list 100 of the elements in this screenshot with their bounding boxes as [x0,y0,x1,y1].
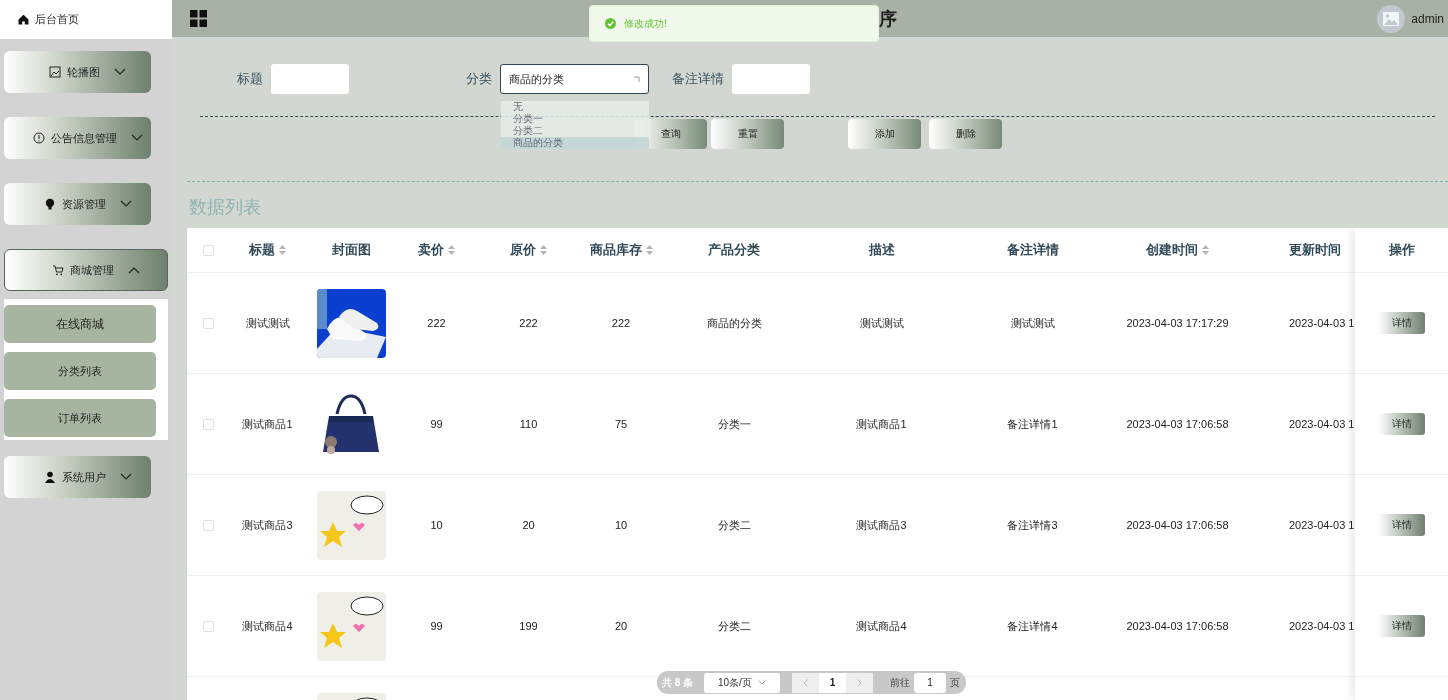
cart-icon [52,264,64,276]
prev-page-button[interactable] [792,672,819,693]
table-cell: 备注详情3 [1007,517,1058,533]
column-header[interactable]: 卖价 [418,241,444,259]
table-cell: 75 [614,418,628,430]
action-button[interactable]: 删除 [929,119,1002,149]
chevron-down-icon [114,68,126,76]
image-icon [1383,11,1400,26]
section-title: 数据列表 [188,196,262,219]
page-number[interactable]: 1 [819,672,846,693]
table-cell: 99 [430,620,443,632]
table-cell: 测试测试 [245,315,290,331]
home-menu-item[interactable]: 后台首页 [0,0,172,39]
detail-button[interactable]: 详情 [1378,413,1425,435]
detail-button[interactable]: 详情 [1378,312,1425,334]
submenu-item[interactable]: 分类列表 [4,352,156,390]
goto-label: 前往 [890,675,910,690]
check-circle-icon [605,18,616,29]
home-icon [18,14,29,25]
chevron-down-icon [757,680,766,685]
table-cell: 2023-04-03 17:17:29 [1126,317,1229,329]
table-cell: 测试商品4 [856,618,907,634]
table-cell: 2023-04-03 1 [1289,418,1355,430]
table-cell: 222 [427,317,446,329]
menu-button[interactable]: 轮播图 [4,51,151,93]
dropdown-option[interactable]: 商品的分类 [501,137,649,149]
table-cell: 测试测试 [1010,315,1055,331]
table-cell: 测试商品1 [242,416,293,432]
action-button[interactable]: 重置 [711,119,784,149]
input-field[interactable] [271,64,349,94]
app-title: 序 [879,7,897,31]
checkbox[interactable] [203,519,214,531]
action-button[interactable]: 添加 [848,119,921,149]
submenu-item[interactable]: 在线商城 [4,305,156,343]
detail-button[interactable]: 详情 [1378,615,1425,637]
dropdown-option[interactable]: 无 [501,101,649,113]
chevron-down-icon [119,473,132,481]
user-icon [43,471,56,483]
submenu-item[interactable]: 订单列表 [4,399,156,437]
table-cell: 10 [614,519,628,531]
chevron-down-icon [130,134,143,142]
page-input[interactable]: 1 [914,672,946,693]
chevron-left-icon [803,678,808,687]
table-cell: 分类二 [717,618,751,634]
table-cell: 20 [522,519,535,531]
column-header[interactable]: 更新时间 [1289,241,1341,259]
column-header[interactable]: 创建时间 [1146,241,1198,259]
chevron-up-icon [128,266,140,274]
toast-text: 修改成功! [624,16,667,31]
table-cell: 测试商品4 [242,618,293,634]
page-size-select[interactable]: 10条/页 [704,672,780,693]
info-icon [32,132,45,144]
table-cell: 备注详情4 [1007,618,1058,634]
next-page-button[interactable] [846,672,873,693]
input-field[interactable] [732,64,810,94]
grid-menu-icon [190,10,207,27]
table-cell: 222 [611,317,631,329]
column-header[interactable]: 描述 [868,241,895,259]
table-cell: 2023-04-03 17:06:58 [1126,620,1229,632]
column-header: 操作 [1388,241,1415,259]
checkbox[interactable] [203,418,214,430]
column-header[interactable]: 原价 [510,241,536,259]
checkbox[interactable] [203,317,214,329]
page-suffix: 页 [950,675,960,690]
table-cell: 测试测试 [859,315,904,331]
table-cell: 测试商品1 [856,416,907,432]
caret-icon [634,76,640,82]
menu-button[interactable]: 公告信息管理 [4,117,151,159]
detail-button[interactable]: 详情 [1378,514,1425,536]
image-icon [49,66,61,78]
chevron-right-icon [857,678,862,687]
table-cell: 110 [519,418,538,430]
column-header[interactable]: 备注详情 [1006,241,1059,259]
table-cell: 备注详情1 [1007,416,1058,432]
menu-button[interactable]: 系统用户 [4,456,151,498]
table-cell: 2023-04-03 1 [1289,620,1355,632]
menu-button[interactable]: 资源管理 [4,183,151,225]
bulb-icon [43,198,56,210]
menu-button[interactable]: 商城管理 [4,249,168,291]
table-cell: 99 [430,418,443,430]
checkbox[interactable] [203,244,214,256]
avatar[interactable] [1377,4,1406,33]
field-label: 分类 [466,70,492,88]
table-cell: 10 [430,519,443,531]
checkbox[interactable] [203,620,214,632]
column-header[interactable]: 商品库存 [589,241,642,259]
table-cell: 2023-04-03 17:06:58 [1126,418,1229,430]
table-cell: 2023-04-03 17:06:58 [1126,519,1229,531]
table-cell: 199 [519,620,538,632]
table-cell: 222 [519,317,538,329]
user-name[interactable]: admin [1411,11,1444,26]
table-cell: 测试商品3 [856,517,907,533]
column-header[interactable]: 封面图 [332,241,371,259]
table-cell: 2023-04-03 1 [1289,317,1355,329]
column-header[interactable]: 标题 [249,241,275,259]
field-label: 备注详情 [672,70,724,88]
column-header[interactable]: 产品分类 [708,241,760,259]
field-label: 标题 [237,70,263,88]
table-cell: 分类一 [717,416,751,432]
table-cell: 商品的分类 [706,315,762,331]
